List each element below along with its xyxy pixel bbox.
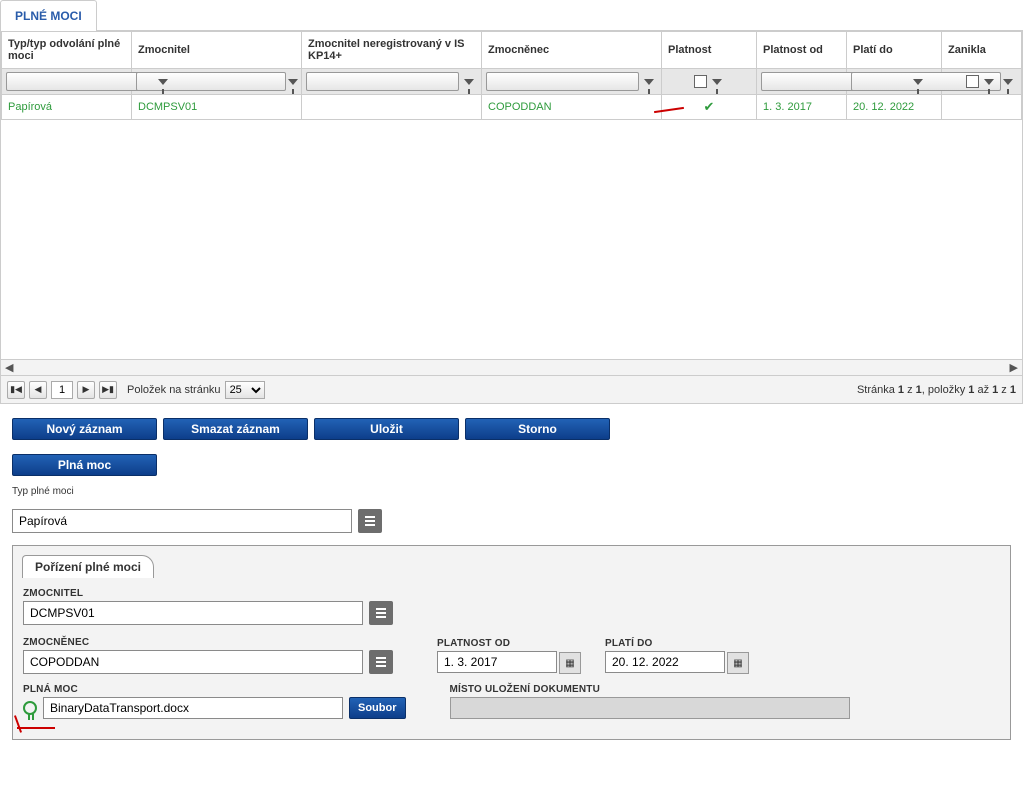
calendar-icon[interactable]: ▦ [559,652,581,674]
cell-zanikla [942,95,1022,120]
col-header-zanikla[interactable]: Zanikla [942,32,1022,69]
plna-moc-file-input[interactable] [43,697,343,719]
filter-unreg[interactable] [306,72,459,91]
col-header-zmocnitel[interactable]: Zmocnitel [132,32,302,69]
cell-zmocnitel: DCMPSV01 [132,95,302,120]
plna-moc-button[interactable]: Plná moc [12,454,157,476]
typ-lookup-button[interactable] [358,509,382,533]
annotation-mark [14,715,22,733]
pager-size-label: Položek na stránku [127,384,221,396]
cell-platnost-od: 1. 3. 2017 [757,95,847,120]
pager-first[interactable]: ▮◀ [7,381,25,399]
filter-type[interactable] [6,72,156,91]
pager-next[interactable]: ▶ [77,381,95,399]
table-row[interactable]: Papírová DCMPSV01 COPODDAN ✔ 1. 3. 2017 … [2,95,1022,120]
seal-icon [23,701,37,715]
filter-icon[interactable] [709,72,725,91]
platnost-od-input[interactable] [437,651,557,673]
zmocnenec-input[interactable] [23,650,363,674]
pager-summary: Stránka 1 z 1, položky 1 až 1 z 1 [857,384,1016,396]
scroll-right-icon[interactable]: ▶ [1010,361,1018,374]
plati-do-label: PLATÍ DO [605,638,749,649]
col-header-zmocnenec[interactable]: Zmocněnec [482,32,662,69]
filter-zanikla-checkbox[interactable] [966,75,979,88]
check-icon: ✔ [704,99,715,114]
pager-size-select[interactable]: 25 [225,381,265,399]
zmocnenec-lookup-button[interactable] [369,650,393,674]
platnost-od-label: PLATNOST OD [437,638,581,649]
storno-button[interactable]: Storno [465,418,610,440]
cell-unreg [302,95,482,120]
annotation-mark [17,727,55,729]
calendar-icon[interactable]: ▦ [727,652,749,674]
misto-ulozeni-input [450,697,850,719]
zmocnenec-label: ZMOCNĚNEC [23,637,393,648]
filter-platnost-checkbox[interactable] [694,75,707,88]
pager-page-input[interactable] [51,381,73,399]
plna-moc-file-label: PLNÁ MOC [23,684,406,695]
filter-zmocnenec[interactable] [486,72,639,91]
pager-last[interactable]: ▶▮ [99,381,117,399]
cell-plati-do: 20. 12. 2022 [847,95,942,120]
filter-icon[interactable] [461,72,477,91]
col-header-plati-do[interactable]: Platí do [847,32,942,69]
col-header-type[interactable]: Typ/typ odvolání plné moci [2,32,132,69]
fieldset-tab-porizeni[interactable]: Pořízení plné moci [22,555,154,578]
zmocnitel-lookup-button[interactable] [369,601,393,625]
novy-zaznam-button[interactable]: Nový záznam [12,418,157,440]
pager-prev[interactable]: ◀ [29,381,47,399]
cell-type: Papírová [2,95,132,120]
col-header-platnost-od[interactable]: Platnost od [757,32,847,69]
filter-icon[interactable] [288,72,298,91]
misto-ulozeni-label: MÍSTO ULOŽENÍ DOKUMENTU [450,684,850,695]
col-header-platnost[interactable]: Platnost [662,32,757,69]
cell-zmocnenec: COPODDAN [482,95,662,120]
plati-do-input[interactable] [605,651,725,673]
zmocnitel-input[interactable] [23,601,363,625]
tab-plne-moci[interactable]: PLNÉ MOCI [0,0,97,31]
smazat-zaznam-button[interactable]: Smazat záznam [163,418,308,440]
filter-icon[interactable] [981,72,997,91]
zmocnitel-label: ZMOCNITEL [23,588,1000,599]
typ-plne-moci-input[interactable] [12,509,352,533]
ulozit-button[interactable]: Uložit [314,418,459,440]
filter-icon[interactable] [1003,72,1013,91]
typ-plne-moci-label: Typ plné moci [12,486,1011,497]
filter-icon[interactable] [641,72,657,91]
soubor-button[interactable]: Soubor [349,697,406,719]
scroll-left-icon[interactable]: ◀ [5,361,13,374]
col-header-unreg[interactable]: Zmocnitel neregistrovaný v IS KP14+ [302,32,482,69]
